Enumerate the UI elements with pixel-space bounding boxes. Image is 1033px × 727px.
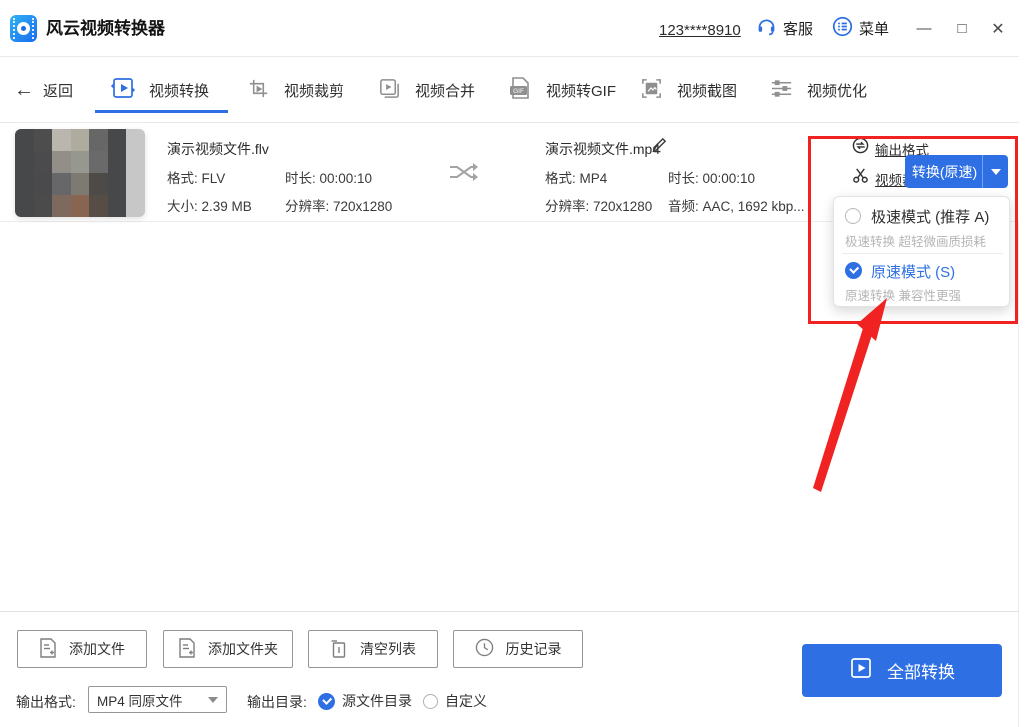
clear-list-button[interactable]: 清空列表 — [308, 630, 438, 668]
nav-bar: ← 返回 视频转换 视频裁剪 — [0, 57, 1019, 123]
source-dir-label: 源文件目录 — [342, 691, 412, 711]
output-duration: 时长: 00:00:10 — [668, 167, 755, 187]
output-format: 格式: MP4 — [545, 167, 607, 187]
source-size: 大小: 2.39 MB — [167, 195, 252, 215]
output-format-select-value: MP4 同原文件 — [97, 690, 208, 710]
tab-label: 视频转GIF — [546, 80, 616, 101]
menu-icon — [832, 16, 853, 41]
convert-all-label: 全部转换 — [887, 658, 955, 683]
source-file-name: 演示视频文件.flv — [167, 139, 269, 159]
radio-custom-dir[interactable]: 自定义 — [423, 691, 487, 711]
output-resolution: 分辨率: 720x1280 — [545, 195, 652, 215]
footer-divider — [0, 611, 1019, 612]
convert-all-button[interactable]: 全部转换 — [802, 644, 1002, 697]
tab-video-optimize[interactable]: 视频优化 — [769, 57, 867, 123]
add-file-icon — [39, 638, 57, 661]
converter-app: 风云视频转换器 123****8910 客服 菜单 — — [0, 0, 1019, 727]
convert-button[interactable]: 转换(原速) — [905, 155, 1008, 188]
history-button[interactable]: 历史记录 — [453, 630, 583, 668]
back-button[interactable]: ← 返回 — [14, 57, 73, 123]
output-format-setting-label: 输出格式: — [16, 692, 76, 712]
tab-label: 视频裁剪 — [284, 80, 344, 101]
video-merge-icon — [377, 76, 402, 105]
radio-off-icon — [845, 208, 861, 224]
trash-icon — [330, 638, 348, 661]
add-folder-button[interactable]: 添加文件夹 — [163, 630, 293, 668]
menu-button[interactable]: 菜单 — [832, 0, 889, 57]
customer-service-label: 客服 — [783, 18, 813, 39]
output-format-select[interactable]: MP4 同原文件 — [88, 686, 227, 713]
caret-down-icon — [208, 697, 218, 703]
gif-file-icon: GIF — [507, 75, 533, 105]
tab-label: 视频优化 — [807, 80, 867, 101]
tab-video-convert[interactable]: 视频转换 — [110, 57, 209, 123]
tab-video-crop[interactable]: 视频裁剪 — [246, 57, 344, 123]
back-arrow-icon: ← — [14, 80, 34, 100]
scissors-icon — [852, 167, 869, 189]
video-convert-icon — [110, 75, 136, 105]
source-format: 格式: FLV — [167, 167, 225, 187]
tab-video-to-gif[interactable]: GIF 视频转GIF — [507, 57, 616, 123]
tab-label: 视频截图 — [677, 80, 737, 101]
play-square-icon — [849, 656, 873, 685]
screenshot-icon — [639, 76, 664, 105]
add-file-button[interactable]: 添加文件 — [17, 630, 147, 668]
account-link[interactable]: 123****8910 — [659, 22, 741, 39]
source-duration: 时长: 00:00:10 — [285, 167, 372, 187]
add-folder-label: 添加文件夹 — [208, 639, 278, 659]
caret-down-icon — [991, 169, 1001, 175]
close-button[interactable]: ✕ — [984, 0, 1012, 57]
radio-source-file-dir[interactable]: 源文件目录 — [318, 691, 412, 711]
source-resolution: 分辨率: 720x1280 — [285, 195, 392, 215]
fast-mode-label: 极速模式 (推荐 A) — [871, 206, 989, 227]
back-label: 返回 — [43, 80, 73, 101]
rename-pencil-icon[interactable] — [651, 136, 668, 158]
tab-video-merge[interactable]: 视频合并 — [377, 57, 475, 123]
history-label: 历史记录 — [506, 639, 562, 659]
video-crop-icon — [246, 76, 271, 105]
convert-mode-dropdown-toggle[interactable] — [982, 155, 1008, 188]
clear-list-label: 清空列表 — [360, 639, 416, 659]
output-file-name: 演示视频文件.mp4 — [545, 139, 660, 159]
add-file-label: 添加文件 — [69, 639, 125, 659]
original-speed-label: 原速模式 (S) — [871, 261, 955, 282]
output-dir-setting-label: 输出目录: — [247, 692, 307, 712]
minimize-button[interactable]: — — [910, 0, 938, 57]
menu-item-original-speed-mode[interactable]: 原速模式 (S) 原速转换 兼容性更强 — [834, 253, 1011, 308]
radio-checked-icon — [318, 693, 335, 710]
convert-direction-icon — [447, 160, 481, 189]
maximize-button[interactable]: □ — [948, 0, 976, 57]
tab-video-screenshot[interactable]: 视频截图 — [639, 57, 737, 123]
video-thumbnail — [15, 129, 145, 217]
app-title: 风云视频转换器 — [46, 0, 165, 57]
convert-button-label: 转换(原速) — [905, 162, 982, 182]
gif-icon-text: GIF — [513, 88, 524, 95]
app-window: 风云视频转换器 123****8910 客服 菜单 — — [0, 0, 1033, 727]
menu-item-fast-mode[interactable]: 极速模式 (推荐 A) 极速转换 超轻微画质损耗 — [834, 197, 1011, 252]
customer-service-button[interactable]: 客服 — [756, 0, 813, 57]
tab-label: 视频合并 — [415, 80, 475, 101]
tab-label: 视频转换 — [149, 80, 209, 101]
radio-checked-icon — [845, 262, 862, 279]
clock-icon — [475, 638, 494, 660]
title-bar: 风云视频转换器 123****8910 客服 菜单 — — [0, 0, 1019, 57]
original-speed-desc: 原速转换 兼容性更强 — [845, 285, 961, 304]
app-logo-icon — [10, 15, 37, 42]
menu-label: 菜单 — [859, 18, 889, 39]
output-audio: 音频: AAC, 1692 kbp... — [668, 195, 805, 215]
output-format-icon — [852, 137, 869, 159]
add-folder-icon — [178, 638, 196, 661]
active-tab-underline — [95, 110, 228, 113]
sliders-icon — [769, 76, 794, 105]
fast-mode-desc: 极速转换 超轻微画质损耗 — [845, 231, 986, 250]
radio-off-icon — [423, 694, 438, 709]
custom-dir-label: 自定义 — [445, 691, 487, 711]
convert-mode-dropdown: 极速模式 (推荐 A) 极速转换 超轻微画质损耗 原速模式 (S) 原速转换 兼… — [833, 196, 1010, 307]
headset-icon — [756, 16, 777, 41]
